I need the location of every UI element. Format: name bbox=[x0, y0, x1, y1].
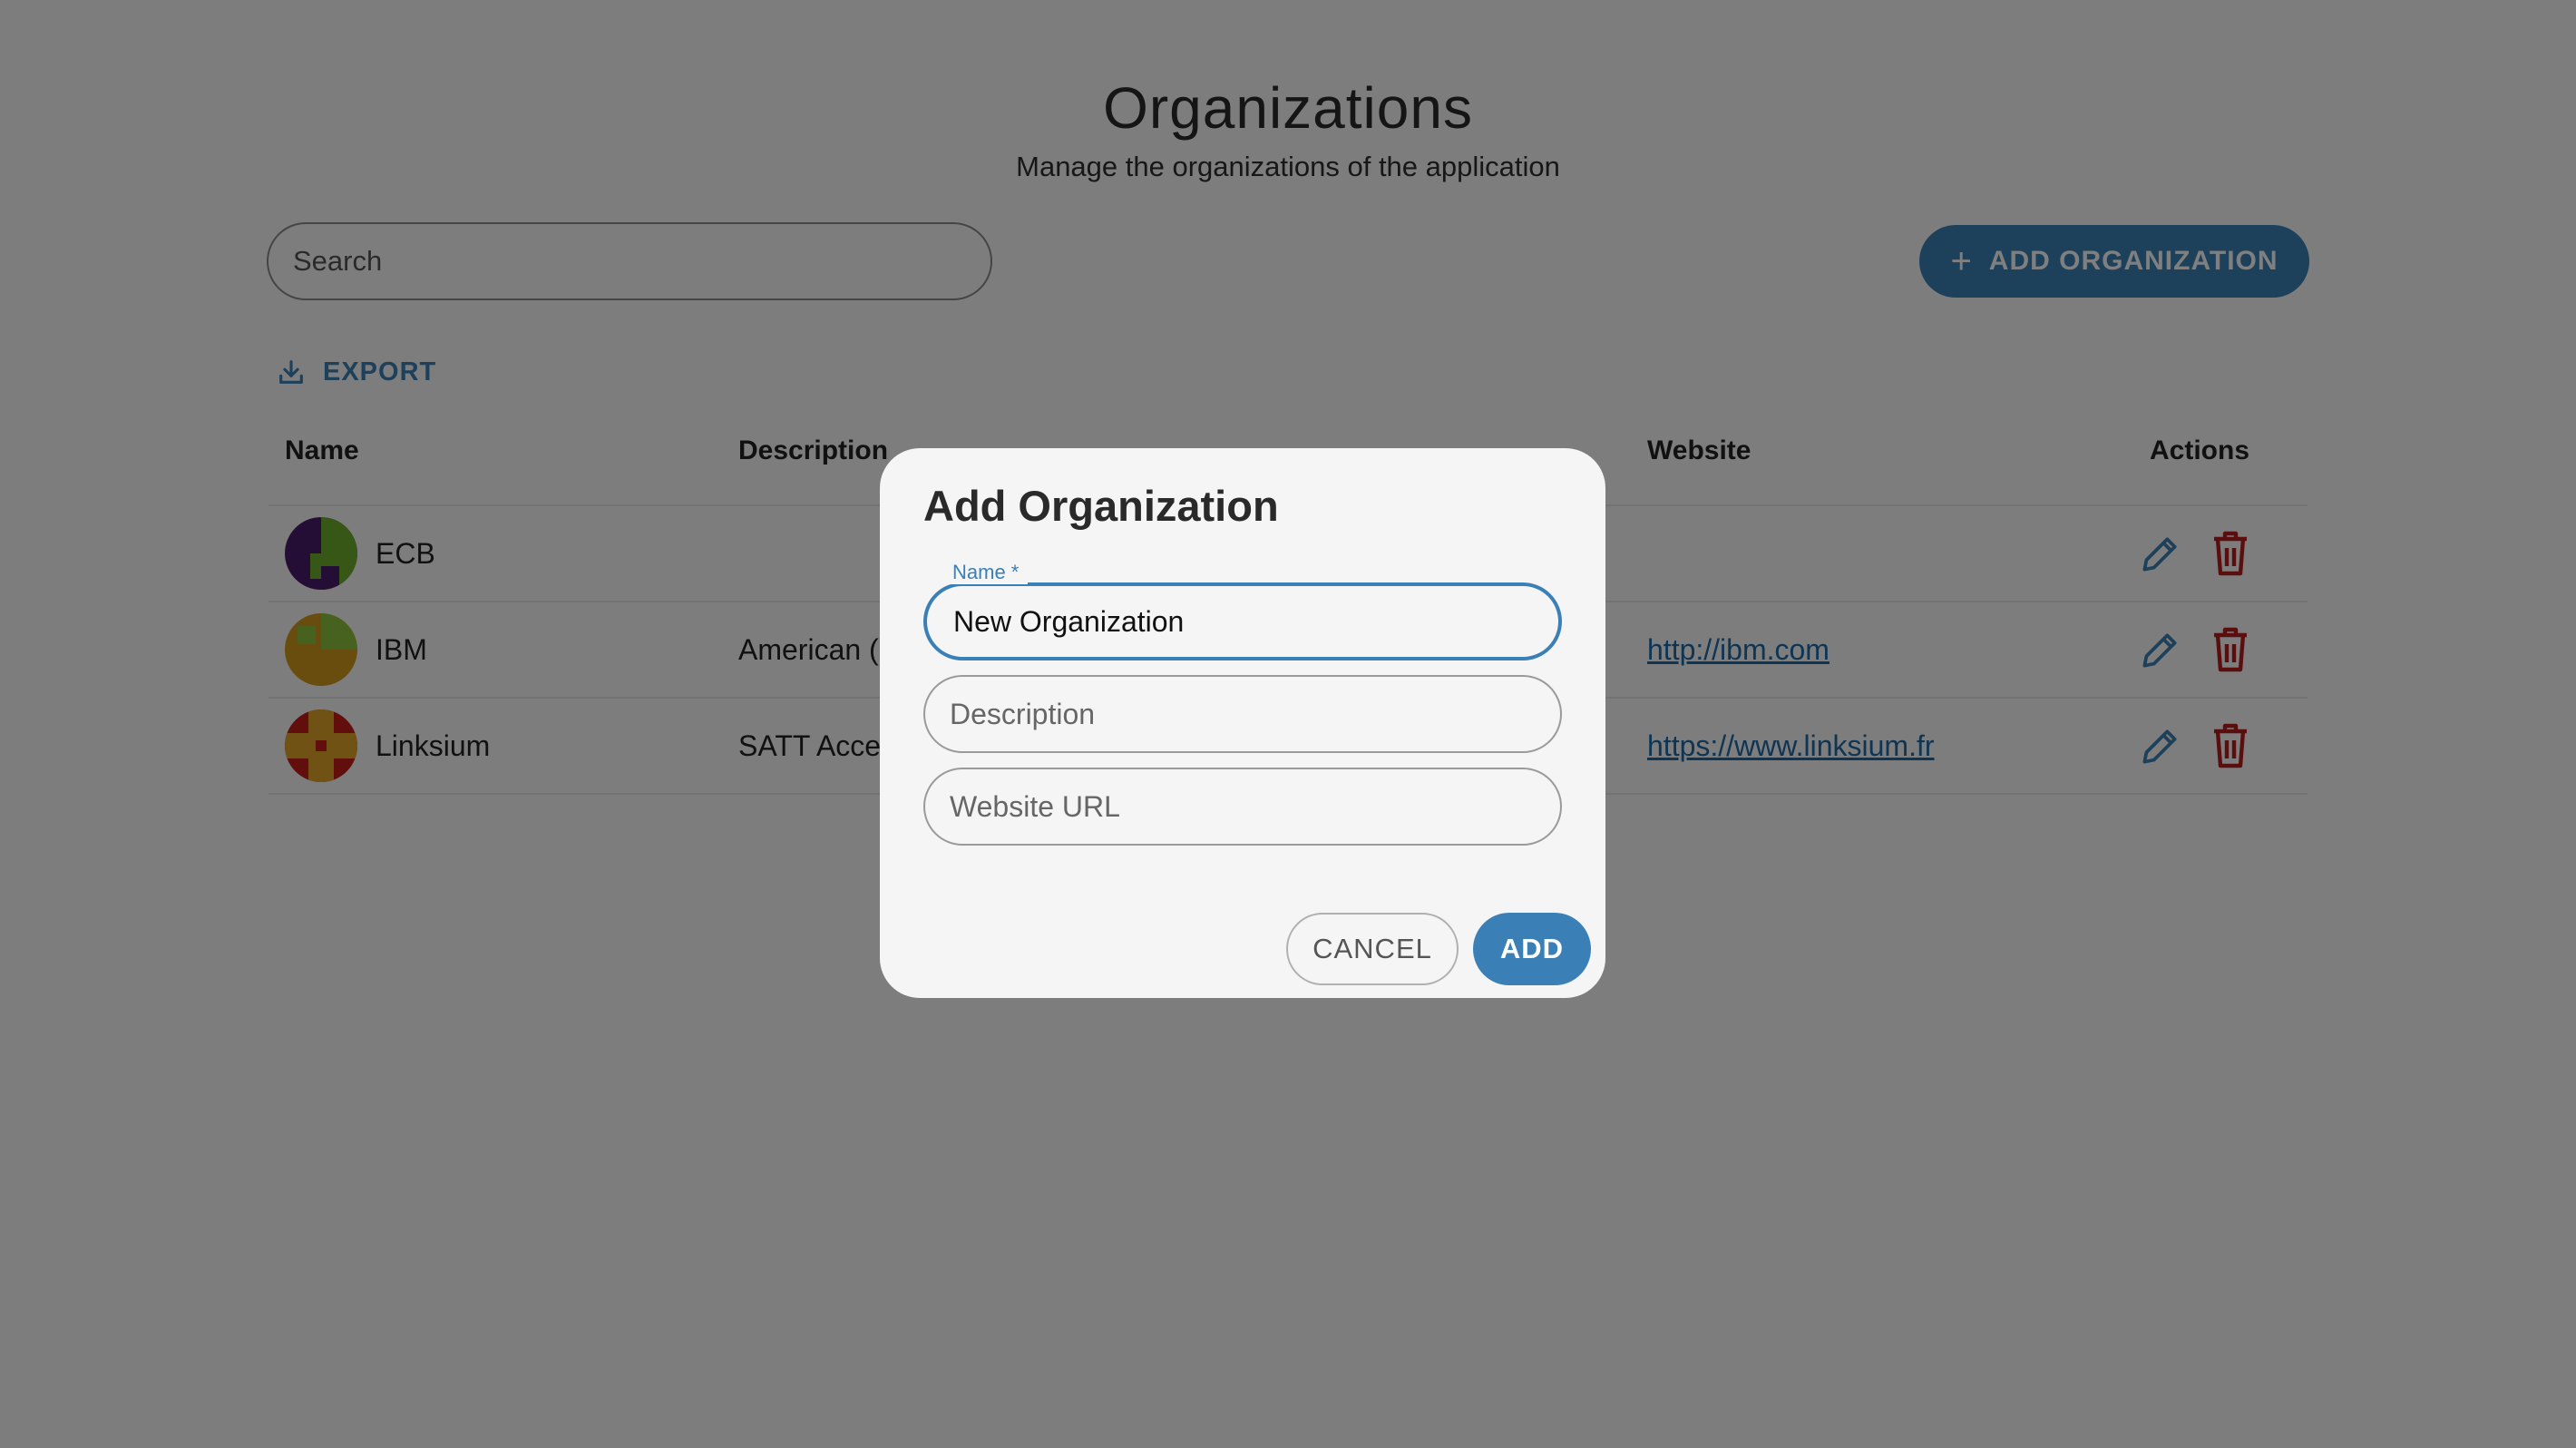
cancel-button[interactable]: CANCEL bbox=[1286, 913, 1459, 985]
website-url-input[interactable] bbox=[923, 768, 1562, 846]
add-button[interactable]: ADD bbox=[1473, 913, 1591, 985]
description-input[interactable] bbox=[923, 675, 1562, 753]
name-field-label: Name * bbox=[947, 561, 1029, 584]
dialog-title: Add Organization bbox=[923, 482, 1279, 530]
add-organization-dialog: Add Organization Name * CANCEL ADD bbox=[880, 448, 1605, 998]
name-input[interactable] bbox=[923, 582, 1562, 660]
